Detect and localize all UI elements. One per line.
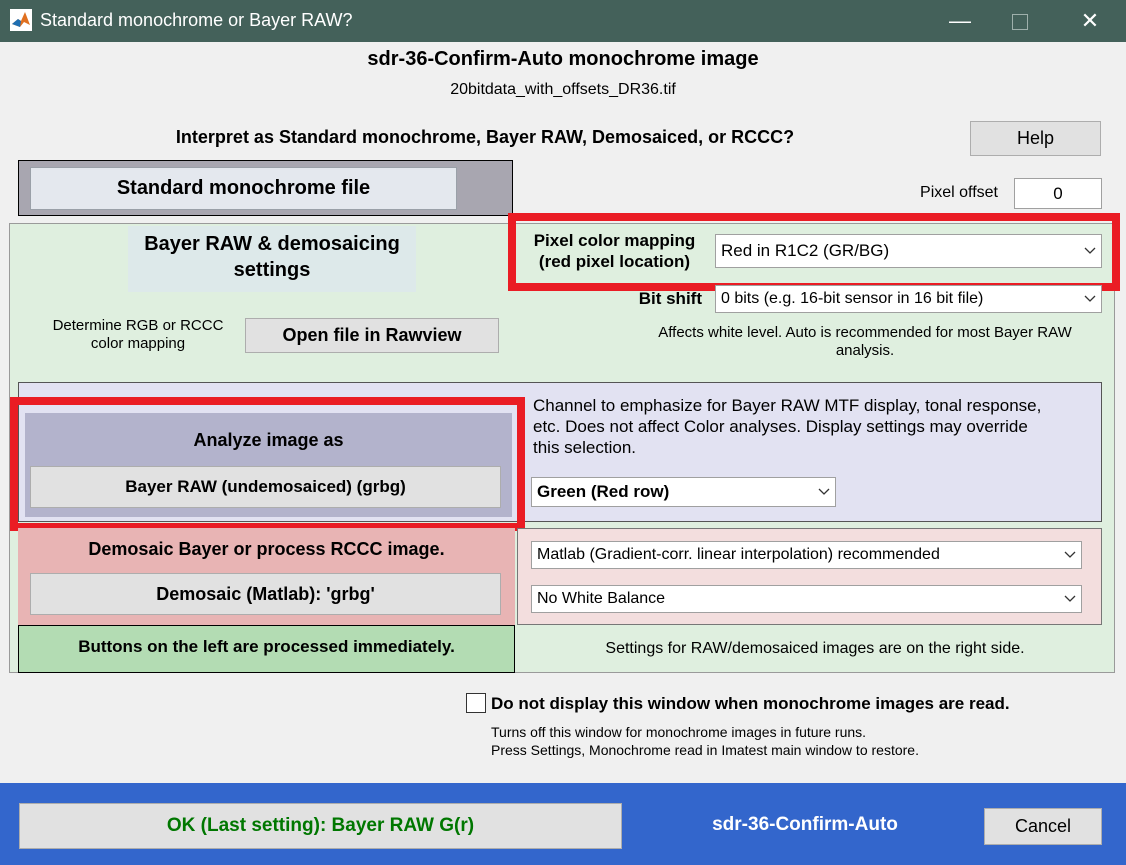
- window-title: Standard monochrome or Bayer RAW?: [40, 10, 353, 30]
- determine-mapping-text: Determine RGB or RCCC color mapping: [52, 317, 224, 352]
- dont-display-note: Turns off this window for monochrome ima…: [491, 724, 919, 758]
- pixel-color-highlight-box: [508, 213, 1120, 291]
- pixel-offset-label: Pixel offset: [920, 184, 998, 201]
- pixel-offset-input[interactable]: 0: [1014, 178, 1102, 209]
- right-note: Settings for RAW/demosaiced images are o…: [605, 640, 1025, 657]
- chevron-down-icon: [1059, 586, 1081, 612]
- open-rawview-button[interactable]: Open file in Rawview: [245, 318, 499, 353]
- white-balance-select[interactable]: No White Balance: [531, 585, 1082, 613]
- chevron-down-icon: [813, 478, 835, 506]
- bit-shift-note: Affects white level. Auto is recommended…: [658, 324, 1072, 359]
- left-note: Buttons on the left are processed immedi…: [78, 637, 455, 656]
- demosaic-method-select[interactable]: Matlab (Gradient-corr. linear interpolat…: [531, 541, 1082, 569]
- chevron-down-icon: [1059, 542, 1081, 568]
- title-bar: Standard monochrome or Bayer RAW? — ✕: [0, 0, 1126, 42]
- close-icon[interactable]: ✕: [1060, 0, 1120, 42]
- ok-button[interactable]: OK (Last setting): Bayer RAW G(r): [19, 803, 622, 849]
- channel-note: Channel to emphasize for Bayer RAW MTF d…: [533, 396, 1042, 457]
- question-text: Interpret as Standard monochrome, Bayer …: [175, 127, 795, 147]
- dont-display-checkbox[interactable]: [466, 693, 486, 713]
- standard-monochrome-button[interactable]: Standard monochrome file: [30, 167, 457, 210]
- bit-shift-select[interactable]: 0 bits (e.g. 16-bit sensor in 16 bit fil…: [715, 285, 1102, 313]
- bayer-section-title: Bayer RAW & demosaicing settings: [144, 233, 400, 281]
- chevron-down-icon: [1079, 286, 1101, 312]
- dont-display-label: Do not display this window when monochro…: [491, 694, 1010, 713]
- matlab-icon: [10, 9, 32, 31]
- bit-shift-label: Bit shift: [638, 289, 702, 308]
- dialog-heading: sdr-36-Confirm-Auto monochrome image: [367, 48, 759, 70]
- file-name: 20bitdata_with_offsets_DR36.tif: [450, 81, 676, 98]
- minimize-icon[interactable]: —: [930, 0, 990, 42]
- maximize-icon[interactable]: [990, 0, 1050, 42]
- demosaic-title: Demosaic Bayer or process RCCC image.: [88, 539, 445, 559]
- cancel-button[interactable]: Cancel: [984, 808, 1102, 845]
- channel-select[interactable]: Green (Red row): [531, 477, 836, 507]
- demosaic-button[interactable]: Demosaic (Matlab): 'grbg': [30, 573, 501, 615]
- bottom-bar-title: sdr-36-Confirm-Auto: [712, 814, 898, 835]
- analyze-highlight-box: [10, 397, 525, 531]
- help-button[interactable]: Help: [970, 121, 1101, 156]
